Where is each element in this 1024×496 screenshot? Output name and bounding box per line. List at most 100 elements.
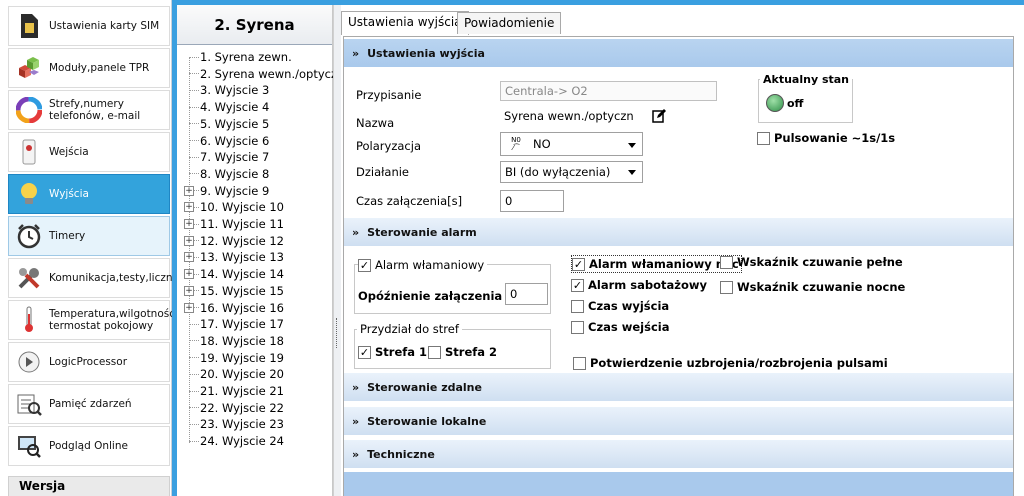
tree-item[interactable]: +16. Wyjscie 16 [184,300,284,316]
arm-confirm-label: Potwierdzenie uzbrojenia/rozbrojenia pul… [590,356,888,370]
pulsing-checkbox[interactable]: Pulsowanie ~1s/1s [757,131,895,145]
burglary-alarm-checkbox[interactable]: ✓ Alarm włamaniowy [358,258,488,272]
tab-output-settings[interactable]: Ustawienia wyjścia [341,11,469,35]
name-field[interactable]: Syrena wewn./optyczn [500,106,645,126]
tree-item[interactable]: +11. Wyjscie 11 [184,216,284,232]
checkbox-box[interactable] [720,280,733,294]
tree-item[interactable]: +14. Wyjscie 14 [184,266,284,282]
exit-time-label: Czas wyjścia [588,299,670,313]
expand-icon[interactable]: + [184,185,194,196]
tree-item[interactable]: 17. Wyjscie 17 [189,316,284,332]
tree-item-label: 4. Wyjscie 4 [200,100,270,115]
zone2-checkbox[interactable]: Strefa 2 [428,345,497,359]
checkbox-box[interactable] [573,356,586,370]
expand-icon[interactable]: + [184,269,194,280]
status-led-icon [766,94,784,112]
tree-item[interactable]: 19. Wyjscie 19 [189,350,284,366]
sidebar-item-online-preview[interactable]: Podgląd Online [8,426,170,466]
tree-item[interactable]: 21. Wyjscie 21 [189,383,284,399]
logic-processor-icon [15,348,43,376]
checkbox-box[interactable] [720,255,733,269]
tree-item[interactable]: 4. Wyjscie 4 [189,99,269,115]
checkbox-checked-icon[interactable]: ✓ [572,257,585,271]
tree-connector [189,123,199,125]
tab-notification[interactable]: Powiadomienie [457,12,562,34]
tree-item[interactable]: +12. Wyjscie 12 [184,233,284,249]
sidebar-item-modules[interactable]: Moduły,panele TPR [8,48,170,88]
delay-input[interactable]: 0 [505,283,548,305]
tree-item[interactable]: 2. Syrena wewn./optyczn [189,66,344,82]
action-select[interactable]: BI (do wyłączenia) [500,161,643,183]
section-local-control[interactable]: » Sterowanie lokalne [344,407,1013,435]
tree-item[interactable]: +10. Wyjscie 10 [184,199,284,215]
tree-item[interactable]: +9. Wyjscie 9 [184,183,269,199]
expand-icon[interactable]: + [184,219,194,229]
sidebar-item-timers[interactable]: Timery [8,216,170,256]
sidebar-item-outputs[interactable]: Wyjścia [8,174,170,214]
current-state-value: off [787,97,804,110]
expand-icon[interactable]: + [184,202,194,213]
splitter[interactable] [333,5,341,496]
exit-time-checkbox[interactable]: Czas wyjścia [571,299,669,313]
tree-item[interactable]: 1. Syrena zewn. [189,49,292,65]
expand-icon[interactable]: + [184,302,194,313]
tree-item-label: 6. Wyjscie 6 [200,133,270,148]
tree-item[interactable]: 3. Wyjscie 3 [189,82,269,98]
checkbox-checked-icon[interactable]: ✓ [358,345,371,359]
tree-connector [189,106,199,108]
tree-item-label: 12. Wyjscie 12 [200,233,284,248]
action-label: Działanie [356,165,410,179]
tree-item[interactable]: +15. Wyjscie 15 [184,283,284,299]
sidebar-item-inputs[interactable]: Wejścia [8,132,170,172]
polarity-select[interactable]: N0 ⁄⁀ NO [500,132,643,156]
tree-item[interactable]: 18. Wyjscie 18 [189,333,284,349]
sidebar-item-logicprocessor[interactable]: LogicProcessor [8,342,170,382]
tree-item[interactable]: 22. Wyjscie 22 [189,400,284,416]
checkbox-box[interactable] [428,345,441,359]
burglary-alarm-label: Alarm włamaniowy [375,258,485,272]
entry-time-checkbox[interactable]: Czas wejścia [571,320,669,334]
expand-icon[interactable]: + [184,285,194,296]
expand-icon[interactable]: + [184,235,194,246]
tree-item[interactable]: +13. Wyjscie 13 [184,249,284,265]
output-tree: 2. Syrena 1. Syrena zewn. 2. Syrena wewn.… [177,5,344,496]
expand-icon[interactable]: + [184,252,194,263]
arm-confirm-checkbox[interactable]: Potwierdzenie uzbrojenia/rozbrojenia pul… [573,356,888,370]
sidebar-item-label: Temperatura,wilgotność, termostat pokojo… [49,308,179,332]
tree-item[interactable]: 7. Wyjscie 7 [189,149,269,165]
modules-icon [15,54,43,82]
tree-item[interactable]: 5. Wyjscie 5 [189,116,269,132]
tree-item[interactable]: 24. Wyjscie 24 [189,433,284,449]
online-preview-icon [15,432,43,460]
checkbox-checked-icon[interactable]: ✓ [571,278,584,292]
tamper-alarm-checkbox[interactable]: ✓ Alarm sabotażowy [571,278,707,292]
tree-item[interactable]: 23. Wyjscie 23 [189,416,284,432]
checkbox-checked-icon[interactable]: ✓ [358,258,371,272]
tree-item[interactable]: 8. Wyjscie 8 [189,166,269,182]
section-alarm-control[interactable]: » Sterowanie alarm [344,218,1013,246]
splitter-grip[interactable] [336,318,338,348]
section-technical[interactable]: » Techniczne [344,440,1013,468]
sidebar-item-zones[interactable]: Strefy,numery telefonów, e-mail [8,90,170,130]
checkbox-box[interactable] [571,320,584,334]
tree-connector [189,440,199,442]
sidebar-item-temperature[interactable]: Temperatura,wilgotność, termostat pokojo… [8,300,178,340]
tree-item[interactable]: 20. Wyjscie 20 [189,366,284,382]
sidebar-item-communication[interactable]: Komunikacja,testy,liczniki [8,258,184,298]
checkbox-box[interactable] [757,131,770,145]
version-panel-header[interactable]: Wersja [8,476,170,496]
section-remote-control[interactable]: » Sterowanie zdalne [344,373,1013,401]
night-arm-indicator-checkbox[interactable]: Wskaźnik czuwanie nocne [720,280,905,294]
sidebar-item-event-memory[interactable]: Pamięć zdarzeń [8,384,170,424]
edit-icon[interactable] [652,109,666,126]
zone2-label: Strefa 2 [445,345,498,359]
full-arm-indicator-checkbox[interactable]: Wskaźnik czuwanie pełne [720,255,903,269]
tree-item-label: 22. Wyjscie 22 [200,400,284,415]
sidebar-item-sim[interactable]: Ustawienia karty SIM [8,6,170,46]
tree-item[interactable]: 6. Wyjscie 6 [189,133,269,149]
on-time-input[interactable]: 0 [500,190,564,212]
checkbox-box[interactable] [571,299,584,313]
burglary-night-checkbox[interactable]: ✓ Alarm włamaniowy noc [571,255,742,273]
zone1-checkbox[interactable]: ✓ Strefa 1 [358,345,427,359]
section-output-settings[interactable]: » Ustawienia wyjścia [344,39,1013,67]
